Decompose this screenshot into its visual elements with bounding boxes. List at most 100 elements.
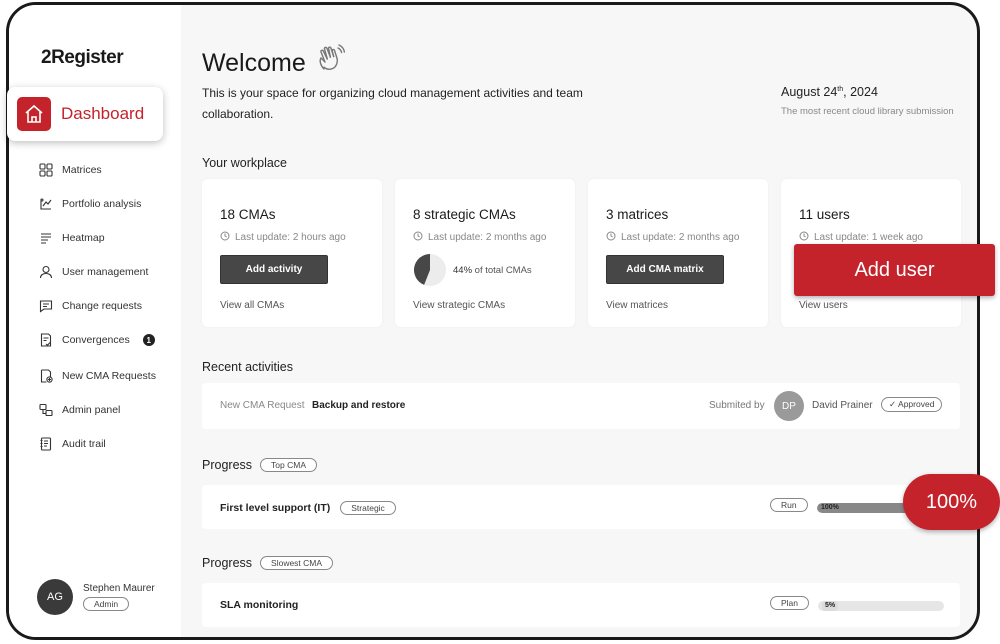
matrices-card: 3 matrices Last update: 2 months ago Add… [588, 179, 768, 327]
sidebar-item-heatmap[interactable]: Heatmap [39, 231, 105, 245]
sidebar-item-label: User management [62, 266, 149, 278]
progress-percent-label: 5% [822, 601, 839, 611]
card-title: 11 users [799, 207, 850, 222]
sidebar-item-label: Portfolio analysis [62, 198, 142, 210]
notebook-icon [39, 437, 53, 451]
sidebar-item-label: Convergences [62, 334, 130, 346]
submitter-name: David Prainer [812, 400, 873, 411]
plan-status-badge: Plan [770, 596, 810, 610]
recent-activities-heading: Recent activities [202, 360, 294, 374]
strategic-share-indicator: 44% of total CMAs [413, 253, 532, 287]
avatar: AG [37, 579, 73, 615]
clock-icon [799, 231, 809, 244]
category-tag: Strategic [340, 501, 396, 515]
check-icon: ✓ [889, 399, 897, 409]
clock-icon [413, 231, 423, 244]
page-title-text: Welcome [202, 49, 306, 77]
add-cma-matrix-button[interactable]: Add CMA matrix [606, 255, 724, 284]
sidebar-item-label: Matrices [62, 164, 102, 176]
percent-value: 44% [453, 264, 473, 276]
sidebar-item-matrices[interactable]: Matrices [39, 163, 102, 177]
progress-row-slowest[interactable]: SLA monitoring Plan 5% [202, 583, 960, 627]
main-content: Welcome This is your space for organizin… [181, 5, 977, 637]
add-activity-button[interactable]: Add activity [220, 255, 328, 284]
convergences-count-badge: 1 [142, 334, 155, 346]
sidebar-item-label: New CMA Requests [62, 370, 156, 382]
card-update: Last update: 1 week ago [799, 231, 923, 244]
user-name: Stephen Maurer [83, 582, 155, 594]
progress-bar: 5% [818, 601, 944, 611]
completion-percent-badge: 100% [903, 474, 1000, 530]
top-cma-tag: Top CMA [260, 458, 317, 472]
chat-icon [39, 299, 53, 313]
view-matrices-link[interactable]: View matrices [606, 300, 668, 311]
clock-icon [220, 231, 230, 244]
sidebar-item-label: Admin panel [62, 404, 121, 416]
progress-heading-top: Progress Top CMA [202, 458, 317, 472]
approved-status-badge: ✓ Approved [881, 397, 943, 412]
heatmap-icon [39, 231, 53, 245]
card-update-text: Last update: 2 months ago [621, 232, 740, 243]
submission-date: August 24th, 2024 [781, 85, 878, 99]
page-title: Welcome [202, 43, 348, 84]
view-strategic-cmas-link[interactable]: View strategic CMAs [413, 300, 505, 311]
home-icon [17, 97, 51, 131]
user-role-badge: Admin [83, 596, 130, 611]
app-logo: 2Register [41, 47, 124, 68]
sidebar-item-new-cma-requests[interactable]: New CMA Requests [39, 369, 156, 383]
sidebar-item-admin-panel[interactable]: Admin panel [39, 403, 120, 417]
card-title: 3 matrices [606, 207, 669, 222]
progress-row-top[interactable]: First level support (IT) Strategic Run 1… [202, 485, 960, 529]
card-update-text: Last update: 2 hours ago [235, 232, 346, 243]
progress-item-name: SLA monitoring [220, 599, 299, 611]
status-text: Approved [898, 399, 935, 409]
progress-heading-slowest: Progress Slowest CMA [202, 556, 334, 570]
view-all-cmas-link[interactable]: View all CMAs [220, 300, 284, 311]
card-title: 8 strategic CMAs [413, 207, 516, 222]
clock-icon [606, 231, 616, 244]
submission-date-caption: The most recent cloud library submission [781, 106, 954, 117]
view-users-link[interactable]: View users [799, 300, 848, 311]
grid-icon [39, 163, 53, 177]
avatar: DP [774, 391, 804, 421]
add-user-button[interactable]: Add user [794, 244, 995, 296]
card-update-text: Last update: 2 months ago [428, 232, 547, 243]
progress-item: SLA monitoring [220, 599, 298, 611]
workplace-heading: Your workplace [202, 156, 288, 170]
current-user[interactable]: AG Stephen Maurer Admin [37, 579, 155, 615]
activity-name: Backup and restore [312, 400, 406, 411]
sidebar-item-label: Heatmap [62, 232, 105, 244]
card-update: Last update: 2 months ago [413, 231, 546, 244]
progress-title: Progress [202, 458, 253, 472]
progress-title: Progress [202, 556, 253, 570]
percent-caption: of total CMAs [474, 264, 532, 276]
card-title: 18 CMAs [220, 207, 276, 222]
progress-item-name: First level support (IT) [220, 502, 331, 514]
sidebar-item-label: Change requests [62, 300, 142, 312]
sidebar-item-portfolio-analysis[interactable]: Portfolio analysis [39, 197, 141, 211]
progress-bar-fill: 5% [818, 601, 944, 611]
sidebar-item-user-management[interactable]: User management [39, 265, 148, 279]
sidebar-item-convergences[interactable]: Convergences 1 [39, 333, 155, 347]
card-update: Last update: 2 months ago [606, 231, 739, 244]
sidebar-item-dashboard[interactable]: Dashboard [7, 87, 163, 141]
dashboard-label: Dashboard [61, 104, 145, 123]
document-check-icon [39, 333, 53, 347]
run-status-badge: Run [770, 498, 808, 512]
cma-card: 18 CMAs Last update: 2 hours ago Add act… [202, 179, 382, 327]
slowest-cma-tag: Slowest CMA [260, 556, 334, 570]
submitted-by-label: Submited by [709, 400, 765, 411]
activity-type: New CMA Request [220, 400, 305, 411]
strategic-cma-card: 8 strategic CMAs Last update: 2 months a… [395, 179, 575, 327]
portfolio-analysis-icon [39, 197, 53, 211]
user-icon [39, 265, 53, 279]
waving-hand-icon [314, 43, 348, 84]
progress-item: First level support (IT) Strategic [220, 501, 396, 515]
sidebar-item-audit-trail[interactable]: Audit trail [39, 437, 106, 451]
sidebar-item-label: Audit trail [62, 438, 106, 450]
admin-panel-icon [39, 403, 53, 417]
activity-row[interactable]: New CMA Request Backup and restore Submi… [202, 383, 960, 429]
card-update: Last update: 2 hours ago [220, 231, 346, 244]
date-year: , 2024 [843, 85, 878, 99]
sidebar-item-change-requests[interactable]: Change requests [39, 299, 142, 313]
